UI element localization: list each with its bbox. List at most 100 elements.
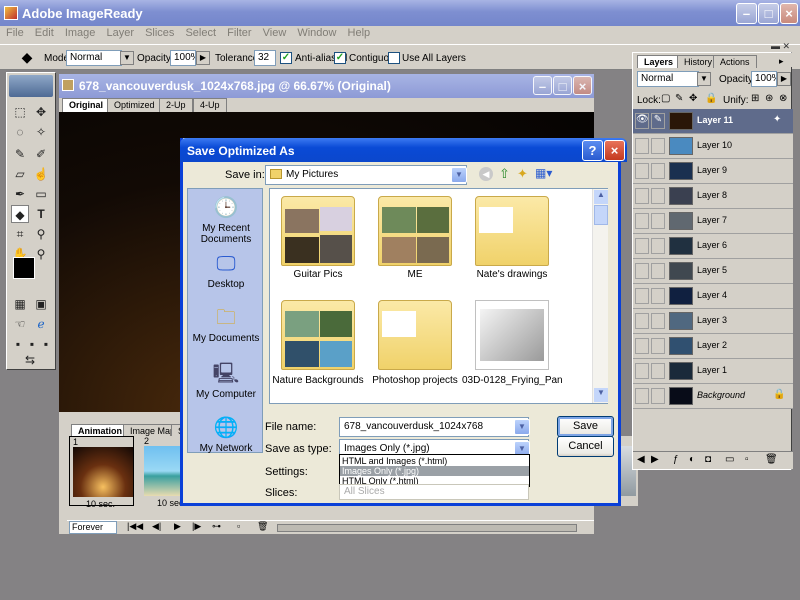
maximize-button[interactable]: □ xyxy=(758,3,779,24)
visibility-toggle[interactable] xyxy=(635,363,649,379)
lock-image-icon[interactable]: ✎ xyxy=(675,93,683,104)
back-icon[interactable]: ◀ xyxy=(479,167,493,181)
file-list-scrollbar[interactable]: ▲ ▼ xyxy=(592,189,608,403)
layer-row[interactable]: Layer 5 xyxy=(633,259,793,284)
magic-wand-icon[interactable]: ✧ xyxy=(32,123,50,141)
paint-bucket-tool-icon[interactable]: ◆ xyxy=(11,205,29,223)
visibility-toggle[interactable] xyxy=(635,238,649,254)
type-tool-icon[interactable]: T xyxy=(32,205,50,223)
unify-position-icon[interactable]: ⊞ xyxy=(751,93,759,104)
tween-icon[interactable]: ⊶ xyxy=(212,521,221,532)
menu-file[interactable]: File xyxy=(6,27,24,39)
mode-dropdown-arrow-icon[interactable]: ▼ xyxy=(120,51,134,65)
file-name-dropdown-arrow-icon[interactable]: ▼ xyxy=(514,419,530,435)
eye-icon[interactable]: 👁 xyxy=(635,113,649,129)
layer-opacity-input[interactable]: 100% xyxy=(751,71,777,87)
link-toggle[interactable] xyxy=(651,313,665,329)
layer-row[interactable]: Layer 4 xyxy=(633,284,793,309)
blend-mode-select[interactable]: Normal xyxy=(637,71,699,87)
dialog-help-button[interactable]: ? xyxy=(582,140,603,161)
visibility-toggle[interactable] xyxy=(635,313,649,329)
layer-mask-icon[interactable]: ◘ xyxy=(705,454,711,465)
place-my-recent-documents[interactable]: 🕒 My Recent Documents xyxy=(188,195,264,245)
link-toggle[interactable] xyxy=(651,263,665,279)
visibility-toggle[interactable] xyxy=(635,138,649,154)
next-frame-icon[interactable]: |▶ xyxy=(192,521,201,532)
new-layer-icon[interactable]: ▫ xyxy=(745,454,749,465)
visibility-toggle[interactable] xyxy=(635,213,649,229)
folder-me[interactable] xyxy=(378,196,452,266)
views-menu-icon[interactable]: ▦▾ xyxy=(535,166,552,180)
visibility-toggle[interactable] xyxy=(635,188,649,204)
folder-photoshop-projects[interactable] xyxy=(378,300,452,370)
lock-all-icon[interactable]: 🔒 xyxy=(705,93,717,104)
lasso-icon[interactable]: ◌ xyxy=(11,123,29,141)
opacity-input[interactable]: 100% xyxy=(170,50,196,66)
link-toggle[interactable] xyxy=(651,363,665,379)
scroll-right-icon[interactable]: ▶ xyxy=(651,454,659,465)
visibility-toggle[interactable] xyxy=(635,388,649,404)
layer-row[interactable]: Layer 8 xyxy=(633,184,793,209)
brush-icon[interactable]: ✎ xyxy=(11,145,29,163)
tab-original[interactable]: Original xyxy=(62,98,111,112)
loop-select[interactable]: Forever xyxy=(69,521,117,534)
brush-icon[interactable]: ✎ xyxy=(651,113,665,129)
unify-style-icon[interactable]: ⊗ xyxy=(779,93,787,104)
document-maximize-button[interactable]: □ xyxy=(553,76,572,95)
visibility-toggle[interactable] xyxy=(635,288,649,304)
menu-select[interactable]: Select xyxy=(185,27,216,39)
panel-minimize-icon[interactable]: ▬ ✕ xyxy=(771,41,790,52)
layer-row[interactable]: Layer 2 xyxy=(633,334,793,359)
paint-bucket-icon[interactable]: ◆ xyxy=(18,49,36,67)
tab-optimized[interactable]: Optimized xyxy=(107,98,162,112)
place-my-network[interactable]: 🌐 My Network xyxy=(188,415,264,454)
link-toggle[interactable] xyxy=(651,338,665,354)
smudge-icon[interactable]: ☝ xyxy=(32,165,50,183)
document-minimize-button[interactable]: – xyxy=(533,76,552,95)
menu-view[interactable]: View xyxy=(263,27,287,39)
full-screen-icon[interactable]: ▪ xyxy=(37,335,55,353)
place-my-computer[interactable]: 🖳 My Computer xyxy=(188,361,264,400)
layer-row[interactable]: 👁 ✎ Layer 11 ✦ xyxy=(633,109,793,134)
tab-actions[interactable]: Actions xyxy=(713,55,757,68)
adjustment-layer-icon[interactable]: ◐ xyxy=(689,454,695,465)
minimize-button[interactable]: – xyxy=(736,3,757,24)
delete-frame-icon[interactable]: 🗑 xyxy=(257,521,268,532)
visibility-toggle[interactable] xyxy=(635,338,649,354)
save-button[interactable]: Save xyxy=(557,416,614,437)
layer-row[interactable]: Layer 9 xyxy=(633,159,793,184)
play-icon[interactable]: ▶ xyxy=(174,521,181,532)
link-toggle[interactable] xyxy=(651,213,665,229)
tab-2-up[interactable]: 2-Up xyxy=(159,98,193,112)
layer-row[interactable]: Layer 3 xyxy=(633,309,793,334)
previous-frame-icon[interactable]: ◀| xyxy=(152,521,161,532)
menu-filter[interactable]: Filter xyxy=(227,27,251,39)
save-in-dropdown-arrow-icon[interactable]: ▼ xyxy=(451,167,467,183)
tolerance-input[interactable]: 32 xyxy=(254,50,276,66)
folder-guitar-pics[interactable] xyxy=(281,196,355,266)
crop-icon[interactable]: ⌗ xyxy=(11,225,29,243)
preview-in-browser-icon[interactable]: ℯ xyxy=(32,315,50,333)
image-frying-pan-thumbnail[interactable] xyxy=(475,300,549,370)
menu-layer[interactable]: Layer xyxy=(106,27,134,39)
layer-row[interactable]: Layer 10 xyxy=(633,134,793,159)
visibility-toggle[interactable] xyxy=(635,263,649,279)
tab-layers[interactable]: Layers xyxy=(637,55,681,68)
delete-layer-icon[interactable]: 🗑 xyxy=(765,454,778,465)
pencil-icon[interactable]: ✐ xyxy=(32,145,50,163)
eraser-icon[interactable]: ▱ xyxy=(11,165,29,183)
new-folder-icon[interactable]: ✦ xyxy=(517,166,528,182)
visibility-toggle[interactable] xyxy=(635,163,649,179)
up-one-level-icon[interactable]: ⇧ xyxy=(499,166,510,182)
scroll-up-icon[interactable]: ▲ xyxy=(594,190,608,204)
new-layer-set-icon[interactable]: ▭ xyxy=(725,454,734,465)
scroll-thumb[interactable] xyxy=(594,205,608,225)
eyedropper-icon[interactable]: ⚲ xyxy=(32,225,50,243)
layer-opacity-arrow-icon[interactable]: ▶ xyxy=(777,72,791,86)
close-button[interactable]: × xyxy=(780,3,798,24)
anti-aliased-checkbox[interactable]: ✓ xyxy=(280,52,292,64)
lock-transparency-icon[interactable]: ▢ xyxy=(661,93,670,104)
rectangle-shape-icon[interactable]: ▭ xyxy=(32,185,50,203)
toggle-image-map-icon[interactable]: ▣ xyxy=(32,295,50,313)
layer-row[interactable]: Layer 1 xyxy=(633,359,793,384)
